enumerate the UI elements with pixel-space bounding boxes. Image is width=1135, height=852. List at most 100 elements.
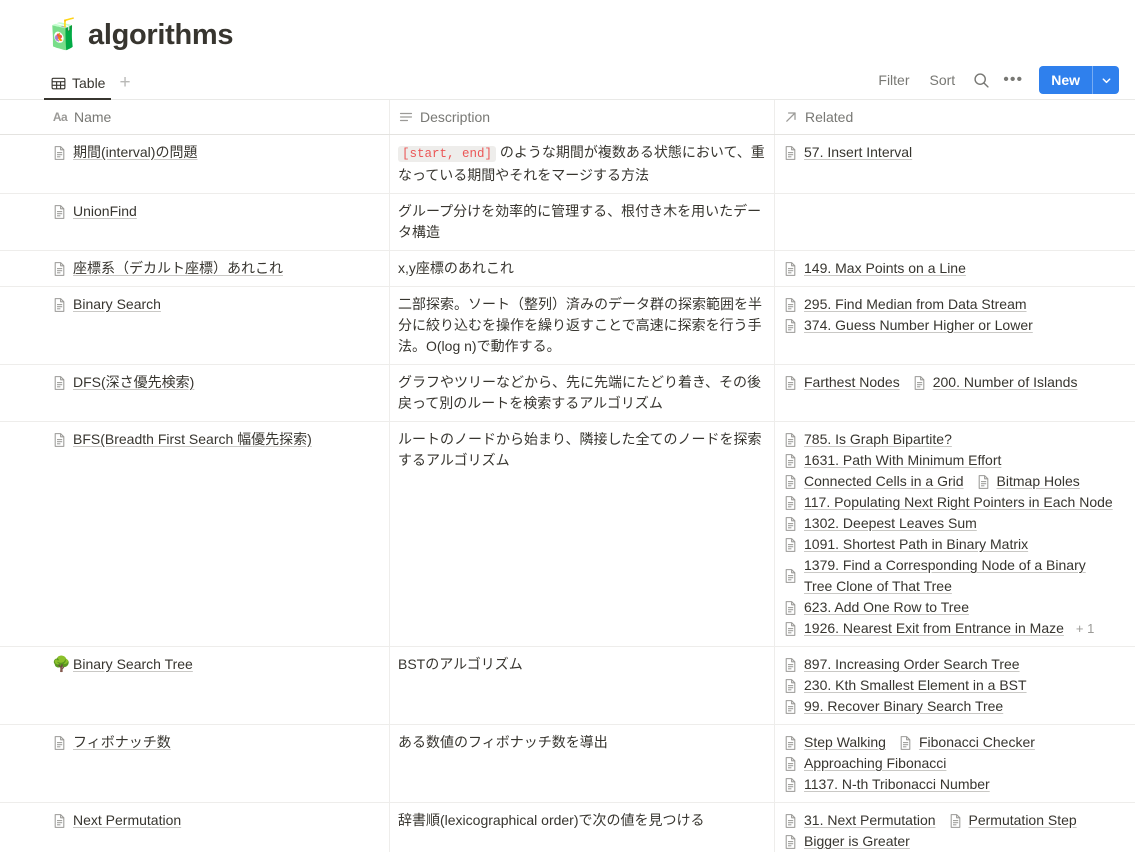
tab-table-label: Table <box>72 75 106 91</box>
page-link-label: 623. Add One Row to Tree <box>804 599 969 615</box>
cell-name[interactable]: 🌳 Binary Search Tree <box>44 647 390 724</box>
page-link[interactable]: 1379. Find a Corresponding Node of a Bin… <box>783 555 1115 597</box>
page-link[interactable]: 31. Next Permutation <box>783 810 936 831</box>
page-link[interactable]: 期間(interval)の問題 <box>52 142 197 163</box>
table-row[interactable]: 期間(interval)の問題 [start, end] のような期間が複数ある状… <box>0 135 1135 194</box>
table-row[interactable]: DFS(深さ優先検索) グラフやツリーなどから、先に先端にたどり着き、その後戻って… <box>0 365 1135 422</box>
page-link[interactable]: 785. Is Graph Bipartite? <box>783 429 952 450</box>
page-link[interactable]: 1302. Deepest Leaves Sum <box>783 513 977 534</box>
page-link[interactable]: DFS(深さ優先検索) <box>52 372 194 393</box>
column-header-name[interactable]: Aa Name <box>44 100 390 134</box>
page-link[interactable]: 1926. Nearest Exit from Entrance in Maze <box>783 618 1064 639</box>
cell-related[interactable]: 57. Insert Interval <box>775 135 1135 193</box>
page-link[interactable]: Next Permutation <box>52 810 181 831</box>
cell-related[interactable]: 149. Max Points on a Line <box>775 251 1135 286</box>
cell-description[interactable]: グラフやツリーなどから、先に先端にたどり着き、その後戻って別のルートを検索するア… <box>390 365 775 421</box>
cell-related[interactable]: 897. Increasing Order Search Tree 230. Kt… <box>775 647 1135 724</box>
cell-description[interactable]: [start, end] のような期間が複数ある状態において、重なっている期間や… <box>390 135 775 193</box>
page-link[interactable]: Binary Search <box>52 294 161 315</box>
page-link[interactable]: 座標系（デカルト座標）あれこれ <box>52 258 283 279</box>
page-link[interactable]: Step Walking <box>783 732 886 753</box>
page-link-label: BFS(Breadth First Search 幅優先探索) <box>73 431 312 447</box>
page-link[interactable]: 1631. Path With Minimum Effort <box>783 450 1001 471</box>
cell-related[interactable]: 295. Find Median from Data Stream 374. Gu… <box>775 287 1135 364</box>
page-link[interactable]: UnionFind <box>52 201 137 222</box>
page-link[interactable]: Fibonacci Checker <box>898 732 1035 753</box>
cell-description[interactable]: x,y座標のあれこれ <box>390 251 775 286</box>
related-overflow-badge[interactable]: + 1 <box>1076 618 1094 639</box>
cell-description[interactable]: 辞書順(lexicographical order)で次の値を見つける <box>390 803 775 852</box>
page-link[interactable]: 374. Guess Number Higher or Lower <box>783 315 1033 336</box>
chevron-down-icon[interactable] <box>1093 66 1119 94</box>
page-link[interactable]: Permutation Step <box>948 810 1077 831</box>
column-header-description[interactable]: Description <box>390 100 775 134</box>
column-header-related[interactable]: Related <box>775 100 1135 134</box>
cell-description[interactable]: ある数値のフィボナッチ数を導出 <box>390 725 775 802</box>
table-row[interactable]: フィボナッチ数 ある数値のフィボナッチ数を導出 Step Walking Fibona… <box>0 725 1135 803</box>
page-link[interactable]: 117. Populating Next Right Pointers in E… <box>783 492 1113 513</box>
cell-description[interactable]: BSTのアルゴリズム <box>390 647 775 724</box>
table-row[interactable]: 🌳 Binary Search Tree BSTのアルゴリズム 897. Increa… <box>0 647 1135 725</box>
table-row[interactable]: UnionFind グループ分けを効率的に管理する、根付き木を用いたデータ構造 <box>0 194 1135 251</box>
search-icon[interactable] <box>967 66 995 94</box>
description-text: 二部探索。ソート（整列）済みのデータ群の探索範囲を半分に絞り込むを操作を繰り返す… <box>398 296 762 354</box>
cell-name[interactable]: BFS(Breadth First Search 幅優先探索) <box>44 422 390 646</box>
page-link[interactable]: 99. Recover Binary Search Tree <box>783 696 1003 717</box>
juice-box-emoji[interactable]: 🧃 <box>44 20 81 50</box>
cell-related[interactable]: Step Walking Fibonacci Checker Approaching… <box>775 725 1135 802</box>
page-link[interactable]: 200. Number of Islands <box>912 372 1077 393</box>
cell-name[interactable]: Next Permutation <box>44 803 390 852</box>
more-options-button[interactable]: ••• <box>999 66 1027 94</box>
table-row[interactable]: 座標系（デカルト座標）あれこれ x,y座標のあれこれ 149. Max Points… <box>0 251 1135 287</box>
cell-related[interactable]: Farthest Nodes 200. Number of Islands <box>775 365 1135 421</box>
cell-related[interactable] <box>775 194 1135 250</box>
page-link[interactable]: BFS(Breadth First Search 幅優先探索) <box>52 429 312 450</box>
view-tabs: Table + <box>44 58 137 100</box>
page-link-label: 295. Find Median from Data Stream <box>804 296 1027 312</box>
sort-button[interactable]: Sort <box>922 68 964 92</box>
cell-description[interactable]: 二部探索。ソート（整列）済みのデータ群の探索範囲を半分に絞り込むを操作を繰り返す… <box>390 287 775 364</box>
page-icon <box>783 261 799 277</box>
page-link-label: Next Permutation <box>73 812 182 828</box>
table-row[interactable]: BFS(Breadth First Search 幅優先探索) ルートのノードから… <box>0 422 1135 647</box>
cell-related[interactable]: 785. Is Graph Bipartite? 1631. Path With … <box>775 422 1135 646</box>
page-title[interactable]: algorithms <box>88 19 234 52</box>
cell-name[interactable]: Binary Search <box>44 287 390 364</box>
page-link[interactable]: 1091. Shortest Path in Binary Matrix <box>783 534 1028 555</box>
cell-related[interactable]: 31. Next Permutation Permutation Step Bigg… <box>775 803 1135 852</box>
cell-name[interactable]: DFS(深さ優先検索) <box>44 365 390 421</box>
new-button[interactable]: New <box>1039 66 1119 94</box>
add-view-button[interactable]: + <box>113 73 136 99</box>
filter-button[interactable]: Filter <box>870 68 917 92</box>
page-link[interactable]: 1137. N-th Tribonacci Number <box>783 774 990 795</box>
new-button-label: New <box>1051 72 1080 88</box>
page-link[interactable]: Connected Cells in a Grid <box>783 471 964 492</box>
page-link[interactable]: フィボナッチ数 <box>52 732 171 753</box>
page-link[interactable]: Approaching Fibonacci <box>783 753 946 774</box>
page-link[interactable]: 897. Increasing Order Search Tree <box>783 654 1020 675</box>
page-link[interactable]: Bigger is Greater <box>783 831 910 852</box>
page-icon <box>976 474 992 490</box>
page-link[interactable]: 623. Add One Row to Tree <box>783 597 969 618</box>
page-link[interactable]: 149. Max Points on a Line <box>783 258 966 279</box>
page-link[interactable]: 295. Find Median from Data Stream <box>783 294 1027 315</box>
tab-table[interactable]: Table <box>44 58 112 100</box>
page-icon <box>783 777 799 793</box>
page-icon <box>783 516 799 532</box>
page-icon <box>783 756 799 772</box>
cell-name[interactable]: UnionFind <box>44 194 390 250</box>
page-link[interactable]: 57. Insert Interval <box>783 142 912 163</box>
cell-description[interactable]: グループ分けを効率的に管理する、根付き木を用いたデータ構造 <box>390 194 775 250</box>
table-row[interactable]: Next Permutation 辞書順(lexicographical orde… <box>0 803 1135 852</box>
table-row[interactable]: Binary Search 二部探索。ソート（整列）済みのデータ群の探索範囲を半分… <box>0 287 1135 365</box>
cell-name[interactable]: 座標系（デカルト座標）あれこれ <box>44 251 390 286</box>
column-header-name-label: Name <box>74 108 112 125</box>
cell-name[interactable]: 期間(interval)の問題 <box>44 135 390 193</box>
cell-description[interactable]: ルートのノードから始まり、隣接した全てのノードを探索するアルゴリズム <box>390 422 775 646</box>
cell-name[interactable]: フィボナッチ数 <box>44 725 390 802</box>
page-link[interactable]: Farthest Nodes <box>783 372 900 393</box>
page-link[interactable]: 230. Kth Smallest Element in a BST <box>783 675 1027 696</box>
page-link[interactable]: 🌳 Binary Search Tree <box>52 654 193 675</box>
page-link[interactable]: Bitmap Holes <box>976 471 1080 492</box>
description-text: グラフやツリーなどから、先に先端にたどり着き、その後戻って別のルートを検索するア… <box>398 374 762 411</box>
